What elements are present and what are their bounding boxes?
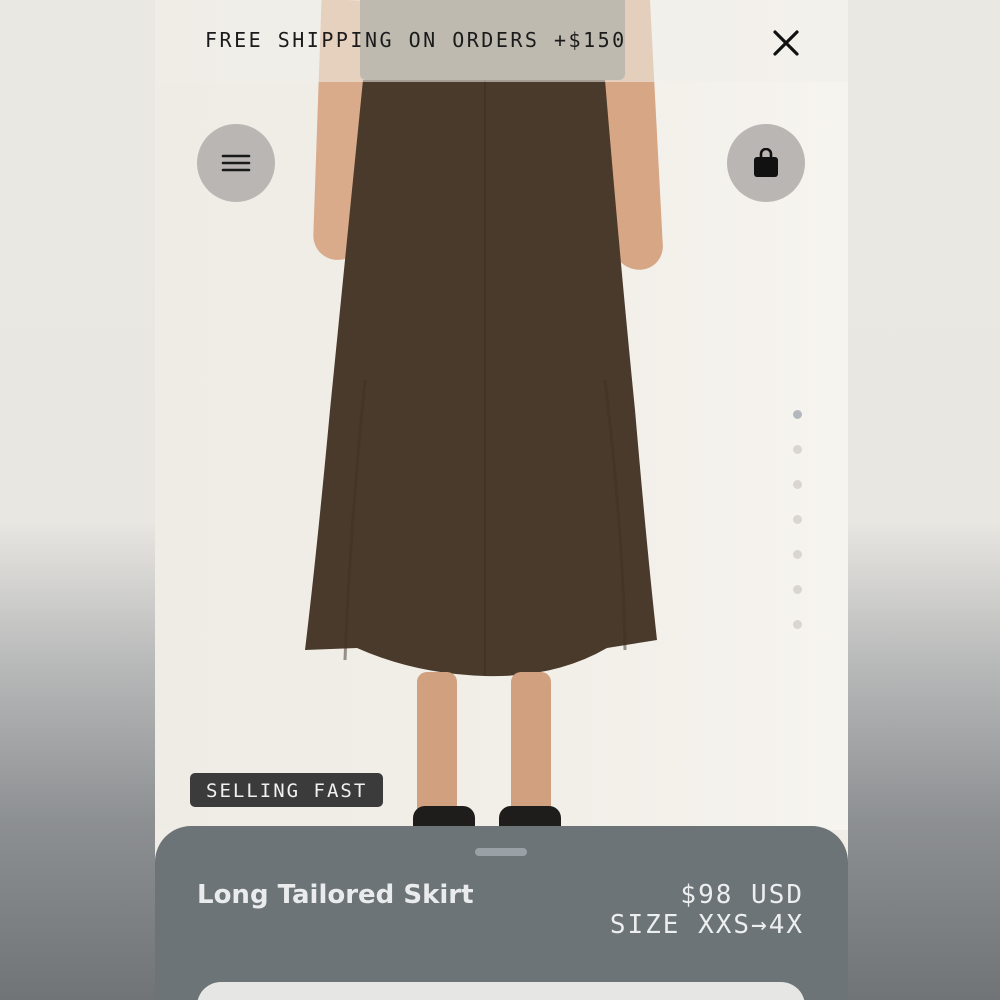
product-price: $98 USD	[680, 880, 804, 910]
gallery-dot[interactable]	[793, 550, 802, 559]
sheet-next-card[interactable]	[197, 982, 805, 1000]
gallery-pagination	[793, 410, 803, 655]
product-info-sheet[interactable]: Long Tailored Skirt $98 USD SIZE XXS→4X	[155, 826, 848, 1000]
phone-screen: FREE SHIPPING ON ORDERS +$150 SELLING FA…	[155, 0, 848, 1000]
left-background	[0, 0, 155, 1000]
model-left-shoe	[413, 806, 475, 828]
skirt-illustration	[305, 80, 657, 677]
right-background	[848, 0, 1000, 1000]
model-right-shoe	[499, 806, 561, 828]
product-photo[interactable]	[155, 0, 848, 830]
gallery-dot[interactable]	[793, 445, 802, 454]
gallery-dot[interactable]	[793, 585, 802, 594]
shipping-banner: FREE SHIPPING ON ORDERS +$150	[155, 0, 848, 82]
shipping-banner-text: FREE SHIPPING ON ORDERS +$150	[205, 28, 627, 52]
model-left-leg	[417, 672, 457, 822]
cart-button[interactable]	[727, 124, 805, 202]
model-right-leg	[511, 672, 551, 822]
product-title: Long Tailored Skirt	[197, 880, 474, 910]
menu-button[interactable]	[197, 124, 275, 202]
gallery-dot[interactable]	[793, 620, 802, 629]
hamburger-menu-icon	[221, 154, 251, 172]
gallery-dot[interactable]	[793, 480, 802, 489]
close-icon[interactable]	[767, 24, 805, 62]
shopping-bag-icon	[754, 148, 778, 177]
gallery-dot[interactable]	[793, 515, 802, 524]
product-size-range: SIZE XXS→4X	[609, 910, 804, 940]
selling-fast-badge: SELLING FAST	[190, 773, 384, 807]
sheet-grabber[interactable]	[475, 848, 527, 856]
gallery-dot[interactable]	[793, 410, 802, 419]
